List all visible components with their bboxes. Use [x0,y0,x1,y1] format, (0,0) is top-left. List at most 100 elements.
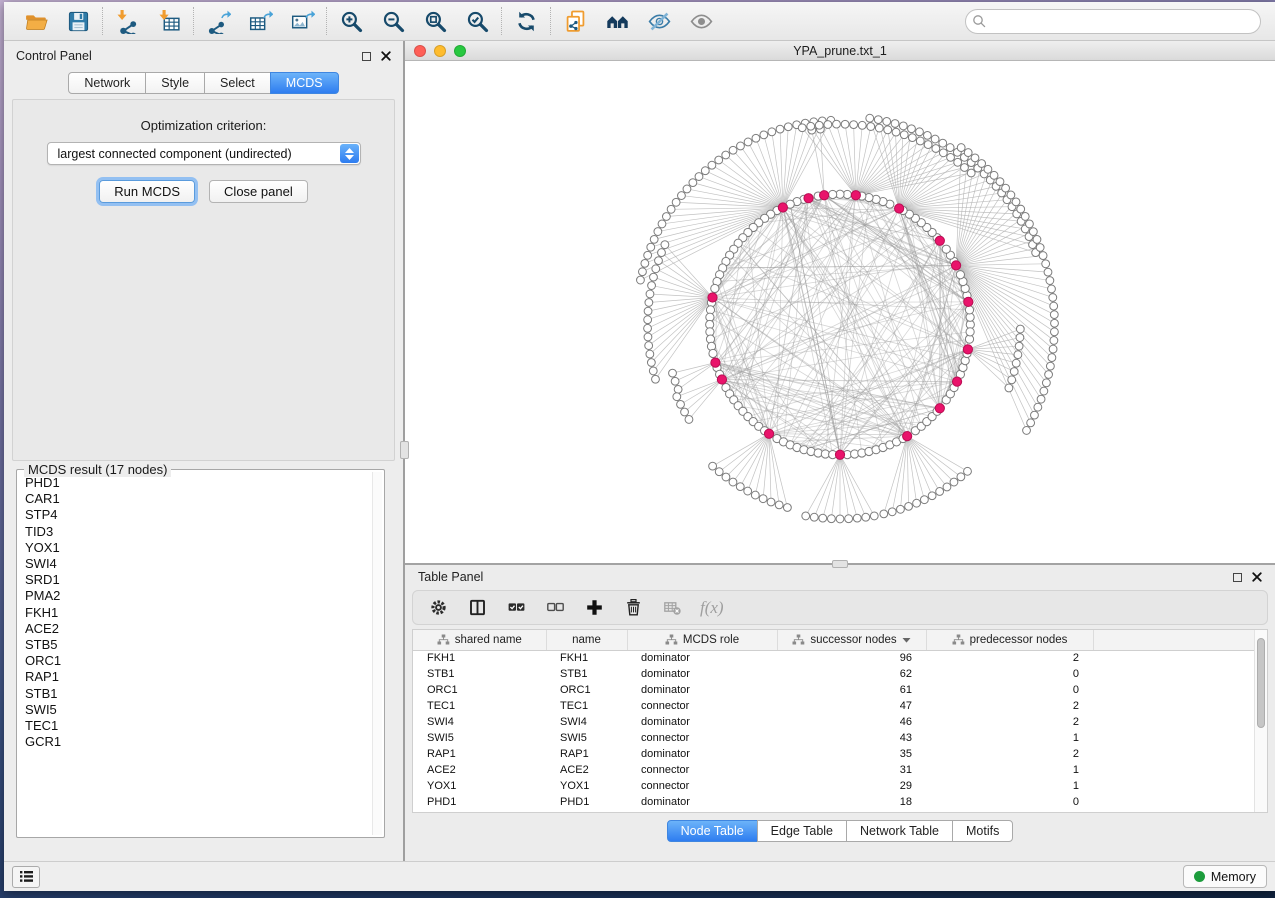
float-panel-icon[interactable] [362,52,371,61]
search-input[interactable] [965,9,1261,34]
mcds-result-item[interactable]: PMA2 [21,588,370,604]
criterion-dropdown-value: largest connected component (undirected) [48,147,292,161]
mcds-result-item[interactable]: SWI5 [21,702,370,718]
import-network-button[interactable] [113,7,141,35]
column-header-predecessor-nodes[interactable]: predecessor nodes [926,630,1093,650]
mcds-result-item[interactable]: TEC1 [21,718,370,734]
mcds-result-item[interactable]: CAR1 [21,491,370,507]
task-history-button[interactable] [12,866,40,888]
mcds-result-item[interactable]: FKH1 [21,605,370,621]
network-graph[interactable] [405,61,1275,563]
window-close-light[interactable] [414,45,426,57]
right-area: YPA_prune.txt_1 Table Panel [405,41,1275,861]
column-header-shared-name[interactable]: shared name [413,630,546,650]
table-row[interactable]: ACE2ACE2connector311 [413,762,1254,778]
mcds-result-item[interactable]: ACE2 [21,621,370,637]
zoom-fit-button[interactable] [421,7,449,35]
cell-name: ACE2 [546,762,627,778]
mcds-list-scrollbar[interactable] [372,472,382,835]
run-mcds-button[interactable]: Run MCDS [99,180,195,203]
zoom-selected-button[interactable] [463,7,491,35]
column-header-successor-nodes[interactable]: successor nodes [777,630,926,650]
save-session-icon [66,9,91,34]
mcds-result-item[interactable]: STB5 [21,637,370,653]
table-row[interactable]: STB1STB1dominator620 [413,666,1254,682]
mcds-result-item[interactable]: SRD1 [21,572,370,588]
mcds-result-item[interactable]: SWI4 [21,556,370,572]
column-header-name[interactable]: name [546,630,627,650]
zoom-in-button[interactable] [337,7,365,35]
table-row[interactable]: SWI5SWI5connector431 [413,730,1254,746]
mcds-result-item[interactable]: TID3 [21,524,370,540]
table-row[interactable]: PHD1PHD1dominator180 [413,794,1254,810]
tab-edge-table[interactable]: Edge Table [757,820,847,842]
mcds-result-item[interactable]: PHD1 [21,475,370,491]
export-image-button[interactable] [288,7,316,35]
close-panel-icon[interactable] [381,51,391,61]
cell-MCDS-role: connector [627,698,777,714]
tab-mcds[interactable]: MCDS [270,72,339,94]
cell-shared-name: SWI4 [413,714,546,730]
main-toolbar [4,2,1275,41]
cell-shared-name: SWI5 [413,730,546,746]
show-columns-button[interactable] [466,597,488,619]
table-row[interactable]: SWI4SWI4dominator462 [413,714,1254,730]
add-row-button[interactable] [583,597,605,619]
export-table-button[interactable] [246,7,274,35]
tab-network-table[interactable]: Network Table [846,820,953,842]
select-all-icon [507,598,526,617]
float-table-panel-icon[interactable] [1233,573,1242,582]
tab-node-table[interactable]: Node Table [667,820,758,842]
save-session-button[interactable] [64,7,92,35]
memory-button[interactable]: Memory [1183,865,1267,888]
mcds-result-item[interactable]: STB1 [21,686,370,702]
vertical-splitter-grip[interactable] [400,441,409,459]
first-neighbors-button[interactable] [603,7,631,35]
tab-style[interactable]: Style [145,72,205,94]
control-panel-titlebar: Control Panel [16,46,391,66]
table-scrollbar-thumb[interactable] [1257,638,1265,728]
close-table-panel-icon[interactable] [1252,572,1262,582]
mcds-result-item[interactable]: YOX1 [21,540,370,556]
mcds-result-item[interactable]: STP4 [21,507,370,523]
window-zoom-light[interactable] [454,45,466,57]
column-header-MCDS-role[interactable]: MCDS role [627,630,777,650]
tab-network[interactable]: Network [68,72,146,94]
window-minimize-light[interactable] [434,45,446,57]
select-all-button[interactable] [505,597,527,619]
cell-name: STB1 [546,666,627,682]
zoom-out-button[interactable] [379,7,407,35]
horizontal-splitter-grip[interactable] [832,560,848,568]
close-panel-button[interactable]: Close panel [209,180,308,203]
tab-select[interactable]: Select [204,72,271,94]
new-network-from-selection-button[interactable] [561,7,589,35]
cell-shared-name: ORC1 [413,682,546,698]
table-settings-button[interactable] [427,597,449,619]
table-row[interactable]: YOX1YOX1connector291 [413,778,1254,794]
cell-predecessor-nodes: 2 [926,746,1093,762]
mcds-result-item[interactable]: RAP1 [21,669,370,685]
import-table-button[interactable] [155,7,183,35]
delete-row-button[interactable] [622,597,644,619]
cell-shared-name: FKH1 [413,650,546,666]
export-network-button[interactable] [204,7,232,35]
show-all-button[interactable] [687,7,715,35]
deselect-all-button[interactable] [544,597,566,619]
criterion-dropdown[interactable]: largest connected component (undirected) [47,142,361,165]
table-row[interactable]: RAP1RAP1dominator352 [413,746,1254,762]
column-label: name [572,634,601,646]
dropdown-stepper-icon [340,144,359,163]
table-row[interactable]: FKH1FKH1dominator962 [413,650,1254,666]
cell-filler [1093,698,1254,714]
table-row[interactable]: ORC1ORC1dominator610 [413,682,1254,698]
hide-selected-button[interactable] [645,7,673,35]
table-scrollbar[interactable] [1254,630,1267,812]
mcds-result-item[interactable]: ORC1 [21,653,370,669]
network-canvas[interactable] [405,61,1275,563]
refresh-view-button[interactable] [512,7,540,35]
tab-motifs[interactable]: Motifs [952,820,1013,842]
table-panel-titlebar: Table Panel [405,565,1275,589]
mcds-result-item[interactable]: GCR1 [21,734,370,750]
table-row[interactable]: TEC1TEC1connector472 [413,698,1254,714]
open-file-button[interactable] [22,7,50,35]
